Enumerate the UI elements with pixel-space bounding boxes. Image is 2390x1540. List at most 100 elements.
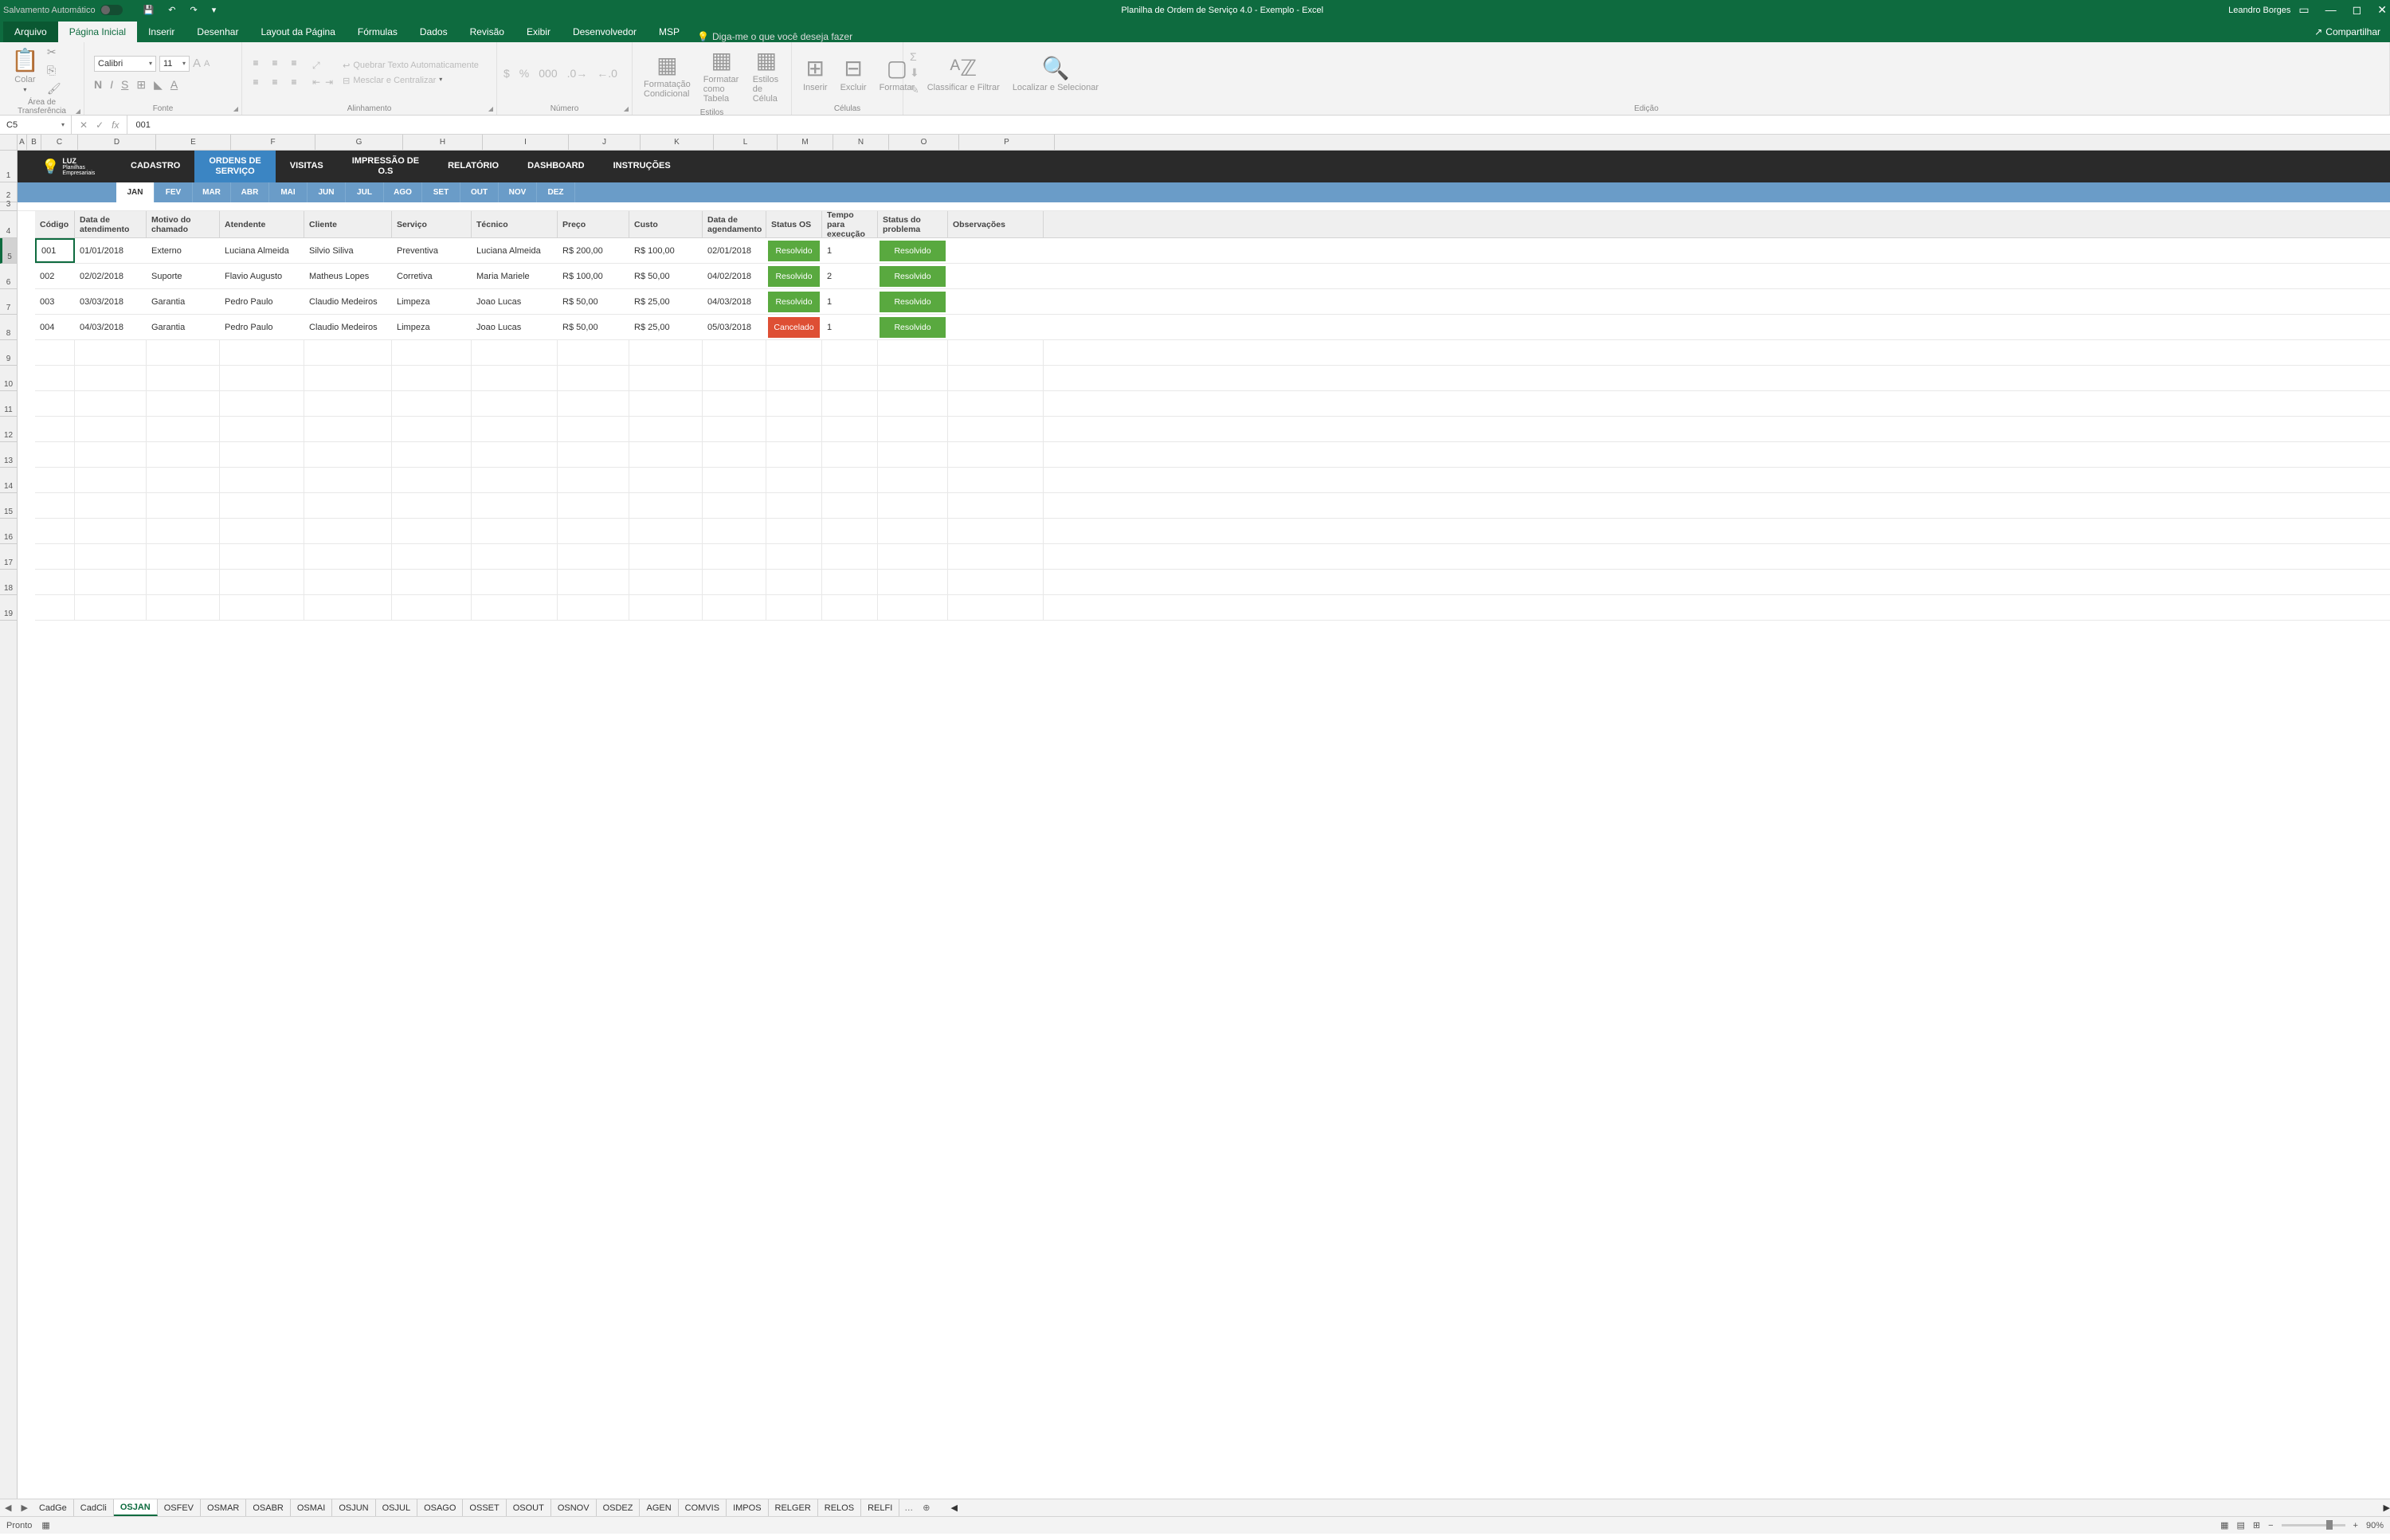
tab-msp[interactable]: MSP xyxy=(648,22,691,42)
empty-row[interactable] xyxy=(35,519,2390,544)
cell-atendente[interactable]: Pedro Paulo xyxy=(220,315,304,339)
cut-icon[interactable]: ✂ xyxy=(47,45,61,59)
select-all-corner[interactable] xyxy=(0,135,17,151)
row-header-11[interactable]: 11 xyxy=(0,391,17,417)
autosum-icon[interactable]: Σ xyxy=(910,50,919,63)
sheet-tab-OSAGO[interactable]: OSAGO xyxy=(417,1499,463,1516)
cell-data[interactable]: 01/01/2018 xyxy=(75,238,147,263)
row-header-3[interactable]: 3 xyxy=(0,202,17,211)
cell-custo[interactable]: R$ 50,00 xyxy=(629,264,703,288)
nav-cadastro[interactable]: CADASTRO xyxy=(116,151,194,182)
table-row[interactable]: 001 01/01/2018 Externo Luciana Almeida S… xyxy=(35,238,2390,264)
align-bot-icon[interactable]: ≡ xyxy=(287,56,301,70)
cell-atendente[interactable]: Pedro Paulo xyxy=(220,289,304,314)
ribbon-options-icon[interactable]: ▭ xyxy=(2298,3,2309,17)
nav-dashboard[interactable]: DASHBOARD xyxy=(513,151,599,182)
italic-button[interactable]: I xyxy=(110,78,113,92)
row-header-4[interactable]: 4 xyxy=(0,211,17,238)
format-table-button[interactable]: ▦Formatar como Tabela xyxy=(699,44,745,107)
tab-developer[interactable]: Desenvolvedor xyxy=(562,22,648,42)
tab-view[interactable]: Exibir xyxy=(515,22,562,42)
sort-filter-button[interactable]: ᴬℤClassificar e Filtrar xyxy=(923,52,1005,96)
col-header-K[interactable]: K xyxy=(641,135,714,150)
cond-format-button[interactable]: ▦Formatação Condicional xyxy=(639,49,695,102)
cell-status[interactable]: Resolvido xyxy=(766,238,822,263)
sheet-tab-RELFI[interactable]: RELFI xyxy=(861,1499,899,1516)
view-normal-icon[interactable]: ▦ xyxy=(2220,1520,2228,1530)
percent-format-icon[interactable]: % xyxy=(519,67,529,80)
tab-insert[interactable]: Inserir xyxy=(137,22,186,42)
sheet-tab-AGEN[interactable]: AGEN xyxy=(640,1499,678,1516)
tab-layout[interactable]: Layout da Página xyxy=(249,22,346,42)
row-header-7[interactable]: 7 xyxy=(0,289,17,315)
empty-row[interactable] xyxy=(35,442,2390,468)
nav-impressão de o.s[interactable]: IMPRESSÃO DEO.S xyxy=(338,151,433,182)
name-box[interactable]: C5▾ xyxy=(0,116,72,134)
month-MAR[interactable]: MAR xyxy=(193,182,231,202)
col-header-J[interactable]: J xyxy=(569,135,641,150)
row-header-14[interactable]: 14 xyxy=(0,468,17,493)
table-row[interactable]: 003 03/03/2018 Garantia Pedro Paulo Clau… xyxy=(35,289,2390,315)
nav-relatório[interactable]: RELATÓRIO xyxy=(433,151,513,182)
col-header-B[interactable]: B xyxy=(27,135,41,150)
bold-button[interactable]: N xyxy=(94,78,102,92)
nav-visitas[interactable]: VISITAS xyxy=(276,151,338,182)
month-OUT[interactable]: OUT xyxy=(460,182,499,202)
row-header-8[interactable]: 8 xyxy=(0,315,17,340)
autosave-toggle[interactable] xyxy=(100,5,123,15)
row-header-16[interactable]: 16 xyxy=(0,519,17,544)
month-NOV[interactable]: NOV xyxy=(499,182,537,202)
col-header-M[interactable]: M xyxy=(778,135,833,150)
border-button[interactable]: ⊞ xyxy=(136,78,146,92)
cell-problema[interactable]: Resolvido xyxy=(878,238,948,263)
row-header-15[interactable]: 15 xyxy=(0,493,17,519)
delete-cells-button[interactable]: ⊟Excluir xyxy=(836,52,872,96)
cell-data[interactable]: 02/02/2018 xyxy=(75,264,147,288)
cell-codigo[interactable]: 002 xyxy=(35,264,75,288)
sheet-tab-OSFEV[interactable]: OSFEV xyxy=(158,1499,201,1516)
cell-data[interactable]: 04/03/2018 xyxy=(75,315,147,339)
wrap-text-button[interactable]: ↩Quebrar Texto Automaticamente xyxy=(343,61,479,71)
indent-dec-icon[interactable]: ⇤ xyxy=(312,76,320,88)
minimize-icon[interactable]: — xyxy=(2325,3,2337,17)
cell-tecnico[interactable]: Joao Lucas xyxy=(472,315,558,339)
cell-atendente[interactable]: Flavio Augusto xyxy=(220,264,304,288)
sheet-tab-IMPOS[interactable]: IMPOS xyxy=(727,1499,768,1516)
share-button[interactable]: ↗Compartilhar xyxy=(2305,22,2390,42)
sheet-tab-OSDEZ[interactable]: OSDEZ xyxy=(597,1499,641,1516)
sheet-tab-OSOUT[interactable]: OSOUT xyxy=(507,1499,551,1516)
sheet-tab-RELOS[interactable]: RELOS xyxy=(818,1499,861,1516)
row-header-9[interactable]: 9 xyxy=(0,340,17,366)
empty-row[interactable] xyxy=(35,493,2390,519)
cell-status[interactable]: Cancelado xyxy=(766,315,822,339)
cell-tempo[interactable]: 1 xyxy=(822,289,878,314)
col-header-L[interactable]: L xyxy=(714,135,778,150)
month-JUL[interactable]: JUL xyxy=(346,182,384,202)
col-header-G[interactable]: G xyxy=(315,135,403,150)
row-header-18[interactable]: 18 xyxy=(0,570,17,595)
orientation-button[interactable]: ⤢ xyxy=(312,60,333,72)
row-header-17[interactable]: 17 xyxy=(0,544,17,570)
col-header-A[interactable]: A xyxy=(18,135,27,150)
month-SET[interactable]: SET xyxy=(422,182,460,202)
redo-icon[interactable]: ↷ xyxy=(190,5,198,15)
cell-motivo[interactable]: Externo xyxy=(147,238,220,263)
merge-center-button[interactable]: ⊟Mesclar e Centralizar▾ xyxy=(343,76,479,86)
sheet-tab-OSSET[interactable]: OSSET xyxy=(463,1499,506,1516)
font-color-button[interactable]: A xyxy=(170,78,178,92)
tab-draw[interactable]: Desenhar xyxy=(186,22,249,42)
col-header-N[interactable]: N xyxy=(833,135,889,150)
tell-me[interactable]: 💡Diga-me o que você deseja fazer xyxy=(697,31,852,42)
row-header-1[interactable]: 1 xyxy=(0,151,17,182)
hscroll-right[interactable]: ▶ xyxy=(2384,1503,2390,1513)
month-FEV[interactable]: FEV xyxy=(155,182,193,202)
cell-tempo[interactable]: 2 xyxy=(822,264,878,288)
indent-inc-icon[interactable]: ⇥ xyxy=(325,76,333,88)
comma-format-icon[interactable]: 000 xyxy=(539,67,557,80)
cell-styles-button[interactable]: ▦Estilos de Célula xyxy=(748,44,785,107)
align-top-icon[interactable]: ≡ xyxy=(249,56,263,70)
underline-button[interactable]: S xyxy=(121,78,128,92)
cell-agen[interactable]: 04/02/2018 xyxy=(703,264,766,288)
font-name-select[interactable]: Calibri▾ xyxy=(94,56,156,72)
cell-status[interactable]: Resolvido xyxy=(766,289,822,314)
